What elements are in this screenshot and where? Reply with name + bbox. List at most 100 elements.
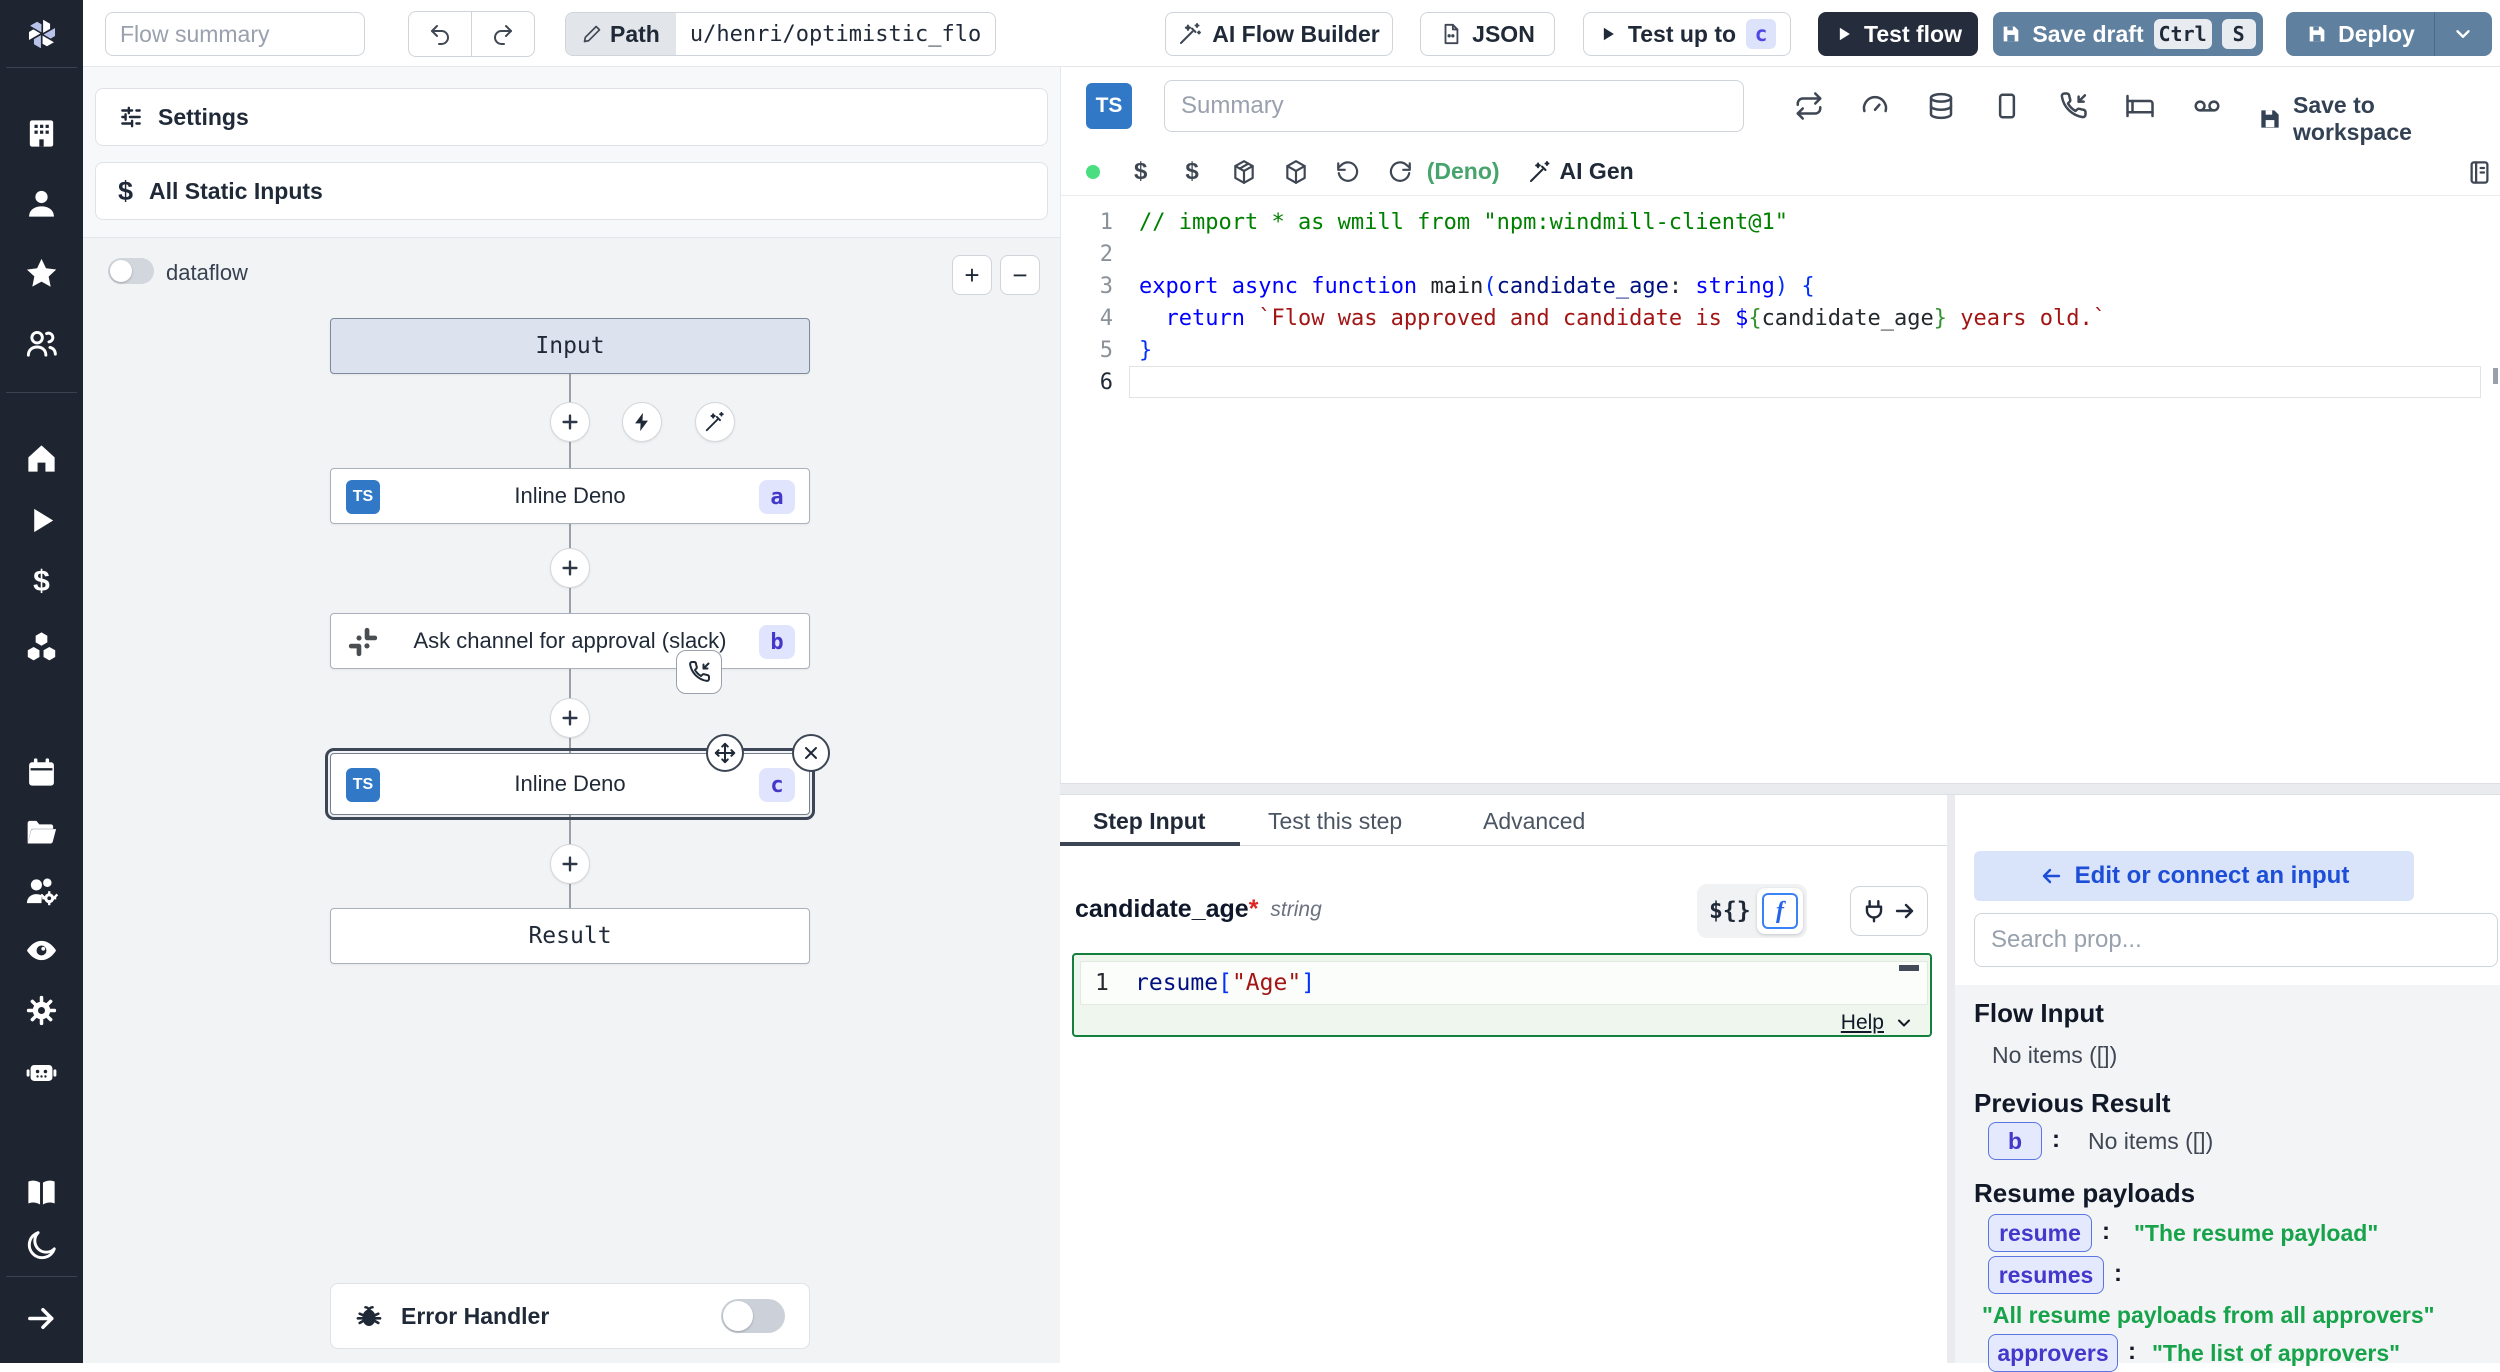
edit-or-connect-button[interactable]: Edit or connect an input bbox=[1974, 851, 2414, 901]
retry-repeat-icon[interactable] bbox=[1794, 91, 1824, 121]
save-icon bbox=[2306, 23, 2328, 45]
concurrency-gauge-icon[interactable] bbox=[1860, 91, 1890, 121]
expression-line[interactable]: 1 resume["Age"] bbox=[1080, 961, 1928, 1005]
sidebar-divider bbox=[6, 1276, 77, 1277]
error-handler-row[interactable]: Error Handler bbox=[330, 1283, 810, 1349]
dataflow-toggle[interactable] bbox=[108, 258, 154, 284]
flow-settings-row[interactable]: Settings bbox=[95, 88, 1048, 146]
sidebar-divider bbox=[6, 67, 77, 68]
overview-ruler-cursor-mark bbox=[2493, 368, 2498, 384]
vars-dollar-icon[interactable]: $ bbox=[1185, 158, 1198, 186]
error-handler-toggle[interactable] bbox=[721, 1299, 785, 1333]
tab-test-this-step[interactable]: Test this step bbox=[1268, 808, 1402, 835]
mock-voicemail-icon[interactable] bbox=[2192, 91, 2222, 121]
search-prop-input[interactable]: Search prop... bbox=[1974, 913, 2498, 967]
insert-step-button[interactable] bbox=[550, 698, 590, 738]
kbd-s: S bbox=[2222, 19, 2256, 49]
zoom-in-button[interactable]: + bbox=[952, 255, 992, 295]
settings-gear-icon[interactable] bbox=[24, 993, 59, 1028]
save-icon bbox=[2000, 23, 2022, 45]
flow-node-a[interactable]: TS Inline Deno a bbox=[330, 468, 810, 524]
cache-database-icon[interactable] bbox=[1926, 91, 1956, 121]
schedules-calendar-icon[interactable] bbox=[24, 755, 59, 790]
redo-button[interactable] bbox=[471, 11, 535, 57]
resumes-pill[interactable]: resumes bbox=[1988, 1256, 2104, 1294]
flow-summary-input[interactable]: Flow summary bbox=[105, 12, 365, 56]
editor-status-bar: $ $ (Deno) AI Gen bbox=[1061, 148, 2500, 196]
save-to-workspace-button[interactable]: Save to workspace bbox=[2257, 92, 2500, 146]
tab-step-input[interactable]: Step Input bbox=[1093, 808, 1205, 835]
audit-eye-icon[interactable] bbox=[24, 933, 59, 968]
field-header: candidate_age* string bbox=[1075, 895, 1322, 924]
save-draft-button[interactable]: Save draft Ctrl S bbox=[1993, 12, 2263, 56]
resources-boxes-icon[interactable] bbox=[24, 629, 59, 664]
dark-mode-moon-icon[interactable] bbox=[24, 1228, 59, 1263]
insert-step-button[interactable] bbox=[550, 402, 590, 442]
delete-node-button[interactable] bbox=[792, 734, 830, 772]
undo-button[interactable] bbox=[408, 11, 472, 57]
deploy-button[interactable]: Deploy bbox=[2286, 12, 2492, 56]
workspace-building-icon[interactable] bbox=[24, 116, 59, 151]
flow-node-b[interactable]: Ask channel for approval (slack) b bbox=[330, 613, 810, 669]
tab-advanced[interactable]: Advanced bbox=[1483, 808, 1585, 835]
zoom-out-button[interactable]: − bbox=[1000, 255, 1040, 295]
expand-sidebar-arrow-icon[interactable] bbox=[24, 1301, 59, 1336]
fn-icon: f bbox=[1762, 893, 1798, 929]
path-field[interactable]: Path u/henri/optimistic_flo bbox=[565, 12, 996, 56]
home-icon[interactable] bbox=[24, 441, 59, 476]
file-json-icon bbox=[1440, 23, 1462, 45]
ai-bot-icon[interactable] bbox=[24, 1054, 59, 1089]
test-up-to-button[interactable]: Test up to c bbox=[1583, 12, 1791, 56]
star-icon[interactable] bbox=[24, 256, 59, 291]
connect-input-plug-button[interactable] bbox=[1850, 886, 1928, 936]
suspend-phone-icon[interactable] bbox=[2058, 91, 2088, 121]
resume-pill[interactable]: resume bbox=[1988, 1214, 2092, 1252]
windmill-logo-icon[interactable] bbox=[20, 12, 64, 56]
flow-node-input[interactable]: Input bbox=[330, 318, 810, 374]
ai-flow-builder-button[interactable]: AI Flow Builder bbox=[1165, 12, 1393, 56]
package-lock-icon[interactable] bbox=[1283, 159, 1309, 185]
script-library-icon[interactable] bbox=[2466, 159, 2493, 186]
reset-rotate-ccw-icon[interactable] bbox=[1335, 159, 1361, 185]
test-flow-button[interactable]: Test flow bbox=[1818, 12, 1978, 56]
docs-book-icon[interactable] bbox=[24, 1175, 59, 1210]
typescript-badge: TS bbox=[346, 768, 380, 802]
runs-play-icon[interactable] bbox=[24, 503, 59, 538]
all-static-inputs-row[interactable]: $ All Static Inputs bbox=[95, 162, 1048, 220]
groups-users-gear-icon[interactable] bbox=[24, 874, 59, 909]
dollar-icon: $ bbox=[118, 176, 133, 207]
vertical-resize-handle[interactable] bbox=[1947, 795, 1955, 1363]
insert-step-button[interactable] bbox=[550, 844, 590, 884]
insert-step-button[interactable] bbox=[550, 548, 590, 588]
template-expr-toggle[interactable]: ${} bbox=[1701, 898, 1751, 924]
horizontal-resize-handle[interactable] bbox=[1060, 783, 2500, 795]
language-label[interactable]: (Deno) bbox=[1427, 158, 1500, 185]
insert-trigger-button[interactable] bbox=[622, 402, 662, 442]
move-node-handle[interactable] bbox=[706, 734, 744, 772]
expression-editor[interactable]: 1 resume["Age"] Help bbox=[1072, 953, 1932, 1037]
variables-dollar-icon[interactable]: $ bbox=[24, 564, 59, 599]
users-icon[interactable] bbox=[24, 326, 59, 361]
approvers-pill[interactable]: approvers bbox=[1988, 1334, 2118, 1372]
javascript-fn-toggle-selected[interactable]: f bbox=[1757, 888, 1803, 934]
ai-gen-button[interactable]: AI Gen bbox=[1528, 158, 1634, 185]
current-line-highlight bbox=[1129, 366, 2481, 398]
user-icon[interactable] bbox=[24, 186, 59, 221]
resume-payloads-heading: Resume payloads bbox=[1974, 1178, 2195, 1209]
required-asterisk: * bbox=[1249, 895, 1259, 924]
flow-node-result[interactable]: Result bbox=[330, 908, 810, 964]
chevron-down-icon bbox=[1894, 1013, 1914, 1033]
assets-dollar-icon[interactable]: $ bbox=[1134, 158, 1147, 186]
package-icon[interactable] bbox=[1231, 159, 1257, 185]
deploy-dropdown-button[interactable] bbox=[2435, 23, 2491, 45]
early-stop-icon[interactable] bbox=[1992, 91, 2022, 121]
script-editor-panel: TS Summary Save to workspace $ $ (Deno) … bbox=[1060, 67, 2500, 783]
json-button[interactable]: JSON bbox=[1420, 12, 1555, 56]
folders-icon[interactable] bbox=[24, 815, 59, 850]
ai-insert-wand-button[interactable] bbox=[695, 402, 735, 442]
reload-refresh-icon[interactable] bbox=[1387, 159, 1413, 185]
help-link[interactable]: Help bbox=[1841, 1011, 1884, 1035]
prev-result-pill-b[interactable]: b bbox=[1988, 1122, 2042, 1160]
sleep-bed-icon[interactable] bbox=[2125, 91, 2155, 121]
summary-input[interactable]: Summary bbox=[1164, 80, 1744, 132]
